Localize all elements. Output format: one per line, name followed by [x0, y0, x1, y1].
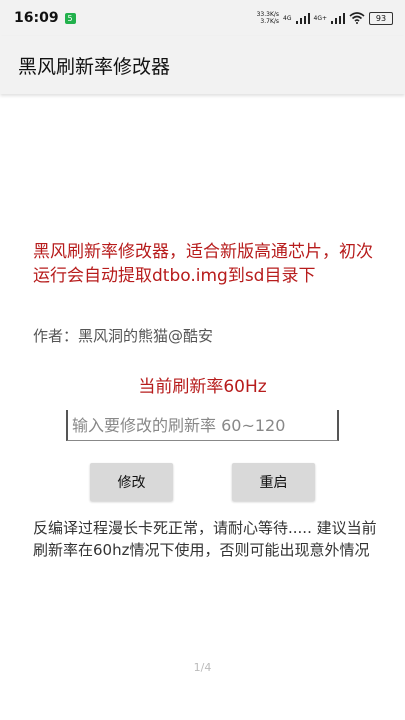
notification-badge-icon: 5 — [64, 12, 76, 24]
status-time: 16:09 — [14, 10, 59, 26]
signal-icon-2 — [331, 12, 345, 24]
status-bar: 16:09 5 33.3K/s 3.7K/s 4G 4G+ 93 — [0, 0, 405, 36]
speed-down: 3.7K/s — [260, 18, 280, 25]
modify-button[interactable]: 修改 — [90, 463, 173, 501]
current-rate-text: 当前刷新率60Hz — [138, 377, 267, 397]
speed-up: 33.3K/s — [256, 11, 280, 18]
refresh-rate-input[interactable] — [66, 410, 339, 441]
page-indicator: 1/4 — [193, 661, 212, 674]
app-title: 黑风刷新率修改器 — [18, 55, 171, 78]
network-label-1: 4G — [283, 14, 292, 22]
battery-icon: 93 — [369, 11, 393, 25]
note-text: 反编译过程漫长卡死正常，请耐心等待..... 建议当前刷新率在60hz情况下使用… — [33, 519, 377, 559]
network-label-2: 4G+ — [313, 14, 328, 22]
wifi-icon — [349, 12, 365, 24]
status-right: 33.3K/s 3.7K/s 4G 4G+ 93 — [257, 11, 393, 25]
intro-text: 黑风刷新率修改器，适合新版高通芯片，初次运行会自动提取dtbo.img到sd目录… — [33, 242, 373, 286]
reboot-button[interactable]: 重启 — [232, 463, 315, 501]
app-bar: 黑风刷新率修改器 — [0, 36, 405, 94]
author-text: 作者：黑风洞的熊猫@酷安 — [33, 327, 214, 345]
network-speed: 33.3K/s 3.7K/s — [257, 11, 279, 25]
signal-icon — [295, 12, 310, 24]
